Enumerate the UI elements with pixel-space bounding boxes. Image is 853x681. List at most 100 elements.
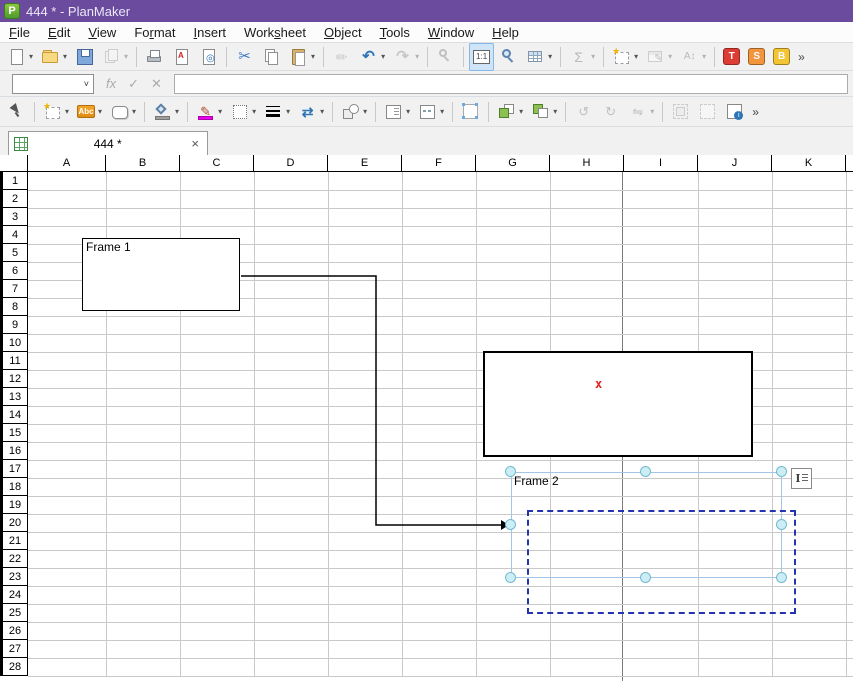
send-to-back-dropdown[interactable]: ▾ [553,107,557,116]
row-header-8[interactable]: 8 [3,298,28,316]
column-header-D[interactable]: D [254,155,328,172]
open-file-button[interactable]: ▾ [38,43,70,71]
frame2-rectangle-object[interactable] [483,351,753,457]
row-header-1[interactable]: 1 [3,172,28,190]
fill-color-button[interactable]: ▾ [150,98,182,126]
apply-formula-button[interactable]: ✓ [128,76,139,92]
toolbar-overflow-button[interactable]: » [798,50,805,64]
line-color-dropdown[interactable]: ▾ [218,107,222,116]
insert-textframe-button[interactable]: Abc▾ [74,98,105,126]
undo-button[interactable]: ↶▾ [356,43,388,71]
row-header-25[interactable]: 25 [3,604,28,622]
row-header-14[interactable]: 14 [3,406,28,424]
insert-table-dropdown[interactable]: ▾ [548,52,552,61]
save-all-dropdown[interactable]: ▾ [124,52,128,61]
row-header-3[interactable]: 3 [3,208,28,226]
menu-item-tools[interactable]: Tools [371,23,419,42]
row-header-26[interactable]: 26 [3,622,28,640]
insert-frame-button[interactable]: ★▾ [609,43,641,71]
sort-filter-dropdown[interactable]: ▾ [702,52,706,61]
print-preview-button[interactable]: ◎ [196,43,221,71]
open-file-dropdown[interactable]: ▾ [63,52,67,61]
dash-style-button[interactable]: ▾ [415,98,447,126]
rotate-left-button[interactable]: ↺ [571,98,596,126]
connector-line[interactable] [238,268,518,538]
column-header-F[interactable]: F [402,155,476,172]
menu-item-worksheet[interactable]: Worksheet [235,23,315,42]
formula-input[interactable] [174,74,848,94]
menu-item-help[interactable]: Help [483,23,528,42]
autosum-dropdown[interactable]: ▾ [591,52,595,61]
dash-style-dropdown[interactable]: ▾ [440,107,444,116]
fill-color-dropdown[interactable]: ▾ [175,107,179,116]
insert-textframe-dropdown[interactable]: ▾ [98,107,102,116]
document-tab[interactable]: 444 * × [8,131,208,155]
row-header-10[interactable]: 10 [3,334,28,352]
column-header-C[interactable]: C [180,155,254,172]
zoom-button[interactable] [496,43,521,71]
row-header-28[interactable]: 28 [3,658,28,676]
resize-handle-top-left[interactable] [505,466,516,477]
print-button[interactable] [142,43,167,71]
toolbar-overflow-button[interactable]: » [752,105,759,119]
group-objects-button[interactable] [668,98,693,126]
resize-handle-middle-left[interactable] [505,519,516,530]
autosum-button[interactable]: Σ▾ [566,43,598,71]
save-all-button[interactable]: ▾ [99,43,131,71]
menu-item-format[interactable]: Format [125,23,184,42]
menu-item-window[interactable]: Window [419,23,483,42]
row-header-12[interactable]: 12 [3,370,28,388]
ungroup-objects-button[interactable] [695,98,720,126]
sort-filter-button[interactable]: A↕▾ [677,43,709,71]
bring-to-front-button[interactable]: ▾ [494,98,526,126]
insert-table-button[interactable]: ▾ [523,43,555,71]
row-header-19[interactable]: 19 [3,496,28,514]
cell-name-box[interactable]: ˅ [12,74,94,94]
title-bar[interactable]: P 444 * - PlanMaker [0,0,853,22]
line-width-button[interactable]: ▾ [261,98,293,126]
paste-button[interactable]: ▾ [286,43,318,71]
presentations-app-button[interactable]: S [745,43,768,71]
redo-button[interactable]: ↷▾ [390,43,422,71]
border-style-button[interactable]: ▾ [227,98,259,126]
row-header-20[interactable]: 20 [3,514,28,532]
copy-button[interactable] [259,43,284,71]
row-header-6[interactable]: 6 [3,262,28,280]
row-header-13[interactable]: 13 [3,388,28,406]
send-to-back-button[interactable]: ▾ [528,98,560,126]
search-button[interactable] [433,43,458,71]
line-color-button[interactable]: ✎▾ [193,98,225,126]
column-header-I[interactable]: I [624,155,698,172]
column-header-E[interactable]: E [328,155,402,172]
textmaker-app-button[interactable]: T [720,43,743,71]
row-header-27[interactable]: 27 [3,640,28,658]
flip-object-button[interactable]: ⇋▾ [625,98,657,126]
save-button[interactable] [72,43,97,71]
row-header-16[interactable]: 16 [3,442,28,460]
row-header-4[interactable]: 4 [3,226,28,244]
column-header-G[interactable]: G [476,155,550,172]
menu-item-object[interactable]: Object [315,23,371,42]
row-header-15[interactable]: 15 [3,424,28,442]
redo-dropdown[interactable]: ▾ [415,52,419,61]
row-header-5[interactable]: 5 [3,244,28,262]
export-pdf-button[interactable]: A [169,43,194,71]
select-all-corner[interactable] [0,155,28,172]
insert-frame-button[interactable]: ★▾ [40,98,72,126]
chevron-down-icon[interactable]: ˅ [80,79,93,89]
select-pointer-button[interactable] [4,98,29,126]
selection-mode-button[interactable] [458,98,483,126]
row-header-2[interactable]: 2 [3,190,28,208]
cancel-formula-button[interactable]: ✕ [151,76,162,92]
insert-function-button[interactable]: fx [106,76,116,91]
change-shape-dropdown[interactable]: ▾ [363,107,367,116]
row-header-11[interactable]: 11 [3,352,28,370]
menu-item-file[interactable]: File [0,23,39,42]
column-header-partial[interactable] [846,155,853,172]
insert-frame-dropdown[interactable]: ▾ [65,107,69,116]
resize-handle-top-right[interactable] [776,466,787,477]
row-header-24[interactable]: 24 [3,586,28,604]
new-document-button[interactable]: ▾ [4,43,36,71]
connectors-button[interactable]: ⇄▾ [295,98,327,126]
connectors-dropdown[interactable]: ▾ [320,107,324,116]
